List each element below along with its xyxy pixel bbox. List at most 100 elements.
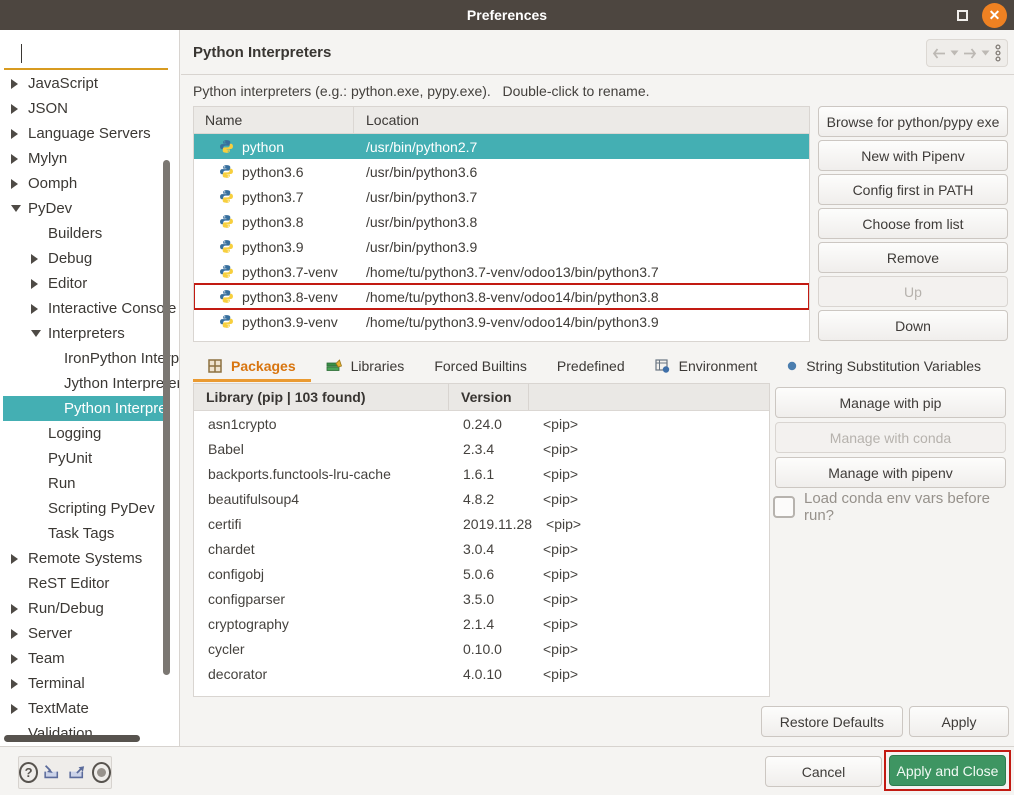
new-with-pipenv-button[interactable]: New with Pipenv — [818, 140, 1008, 171]
sidebar-item-language-servers[interactable]: Language Servers — [3, 121, 179, 146]
sidebar-item-pyunit[interactable]: PyUnit — [3, 446, 179, 471]
sidebar-item-json[interactable]: JSON — [3, 96, 179, 121]
chevron-right-icon[interactable] — [11, 654, 28, 664]
sidebar-item-editor[interactable]: Editor — [3, 271, 179, 296]
sidebar-item-rest-editor[interactable]: ReST Editor — [3, 571, 179, 596]
sidebar-item-terminal[interactable]: Terminal — [3, 671, 179, 696]
sidebar-horizontal-scrollbar[interactable] — [4, 735, 140, 742]
view-menu-icon[interactable] — [994, 44, 1002, 62]
filter-input[interactable] — [4, 38, 168, 70]
sidebar-item-textmate[interactable]: TextMate — [3, 696, 179, 721]
export-icon[interactable] — [67, 763, 88, 782]
titlebar[interactable]: Preferences ✕ — [0, 0, 1014, 30]
package-row-beautifulsoup4[interactable]: beautifulsoup44.8.2<pip> — [194, 486, 769, 511]
tab-packages[interactable]: Packages — [193, 352, 311, 382]
sidebar-item-pydev[interactable]: PyDev — [3, 196, 179, 221]
package-row-decorator[interactable]: decorator4.0.10<pip> — [194, 661, 769, 686]
interpreter-row-python3-9-venv[interactable]: python3.9-venv/home/tu/python3.9-venv/od… — [194, 309, 809, 334]
back-history-caret-icon[interactable] — [950, 50, 959, 56]
column-header-library[interactable]: Library (pip | 103 found) — [194, 384, 449, 410]
manage-with-pip-button[interactable]: Manage with pip — [775, 387, 1006, 418]
package-row-certifi[interactable]: certifi2019.11.28<pip> — [194, 511, 769, 536]
package-row-babel[interactable]: Babel2.3.4<pip> — [194, 436, 769, 461]
sidebar-item-server[interactable]: Server — [3, 621, 179, 646]
load-conda-checkbox[interactable] — [773, 496, 795, 518]
sidebar-item-oomph[interactable]: Oomph — [3, 171, 179, 196]
sidebar-item-scripting-pydev[interactable]: Scripting PyDev — [3, 496, 179, 521]
chevron-right-icon[interactable] — [11, 104, 28, 114]
sidebar-item-builders[interactable]: Builders — [3, 221, 179, 246]
sidebar-item-validation[interactable]: Validation — [3, 721, 179, 746]
interpreter-row-python[interactable]: python/usr/bin/python2.7 — [194, 134, 809, 159]
sidebar-item-task-tags[interactable]: Task Tags — [3, 521, 179, 546]
package-row-chardet[interactable]: chardet3.0.4<pip> — [194, 536, 769, 561]
close-icon[interactable]: ✕ — [982, 3, 1007, 28]
tab-predefined[interactable]: Predefined — [542, 352, 640, 382]
maximize-icon[interactable] — [957, 10, 968, 21]
package-row-configobj[interactable]: configobj5.0.6<pip> — [194, 561, 769, 586]
sidebar-item-run-debug[interactable]: Run/Debug — [3, 596, 179, 621]
interpreter-row-python3-7[interactable]: python3.7/usr/bin/python3.7 — [194, 184, 809, 209]
restore-defaults-button[interactable]: Restore Defaults — [761, 706, 903, 737]
chevron-right-icon[interactable] — [11, 679, 28, 689]
sidebar-item-mylyn[interactable]: Mylyn — [3, 146, 179, 171]
back-arrow-icon[interactable] — [932, 48, 946, 59]
package-row-cycler[interactable]: cycler0.10.0<pip> — [194, 636, 769, 661]
package-row-configparser[interactable]: configparser3.5.0<pip> — [194, 586, 769, 611]
forward-history-caret-icon[interactable] — [981, 50, 990, 56]
package-row-asn1crypto[interactable]: asn1crypto0.24.0<pip> — [194, 411, 769, 436]
tab-string-substitution-variables[interactable]: String Substitution Variables — [772, 352, 996, 382]
chevron-right-icon[interactable] — [11, 154, 28, 164]
chevron-right-icon[interactable] — [31, 254, 48, 264]
apply-and-close-button[interactable]: Apply and Close — [889, 755, 1006, 786]
config-first-in-path-button[interactable]: Config first in PATH — [818, 174, 1008, 205]
chevron-right-icon[interactable] — [31, 279, 48, 289]
sidebar-item-jython-interpreters[interactable]: Jython Interpreters — [3, 371, 179, 396]
chevron-right-icon[interactable] — [11, 604, 28, 614]
column-header-location[interactable]: Location — [354, 112, 809, 128]
sidebar-item-team[interactable]: Team — [3, 646, 179, 671]
tab-environment[interactable]: Environment — [640, 352, 773, 382]
manage-with-pipenv-button[interactable]: Manage with pipenv — [775, 457, 1006, 488]
interpreter-row-python3-8-venv[interactable]: python3.8-venv/home/tu/python3.8-venv/od… — [194, 284, 809, 309]
import-icon[interactable] — [42, 763, 63, 782]
sidebar-item-javascript[interactable]: JavaScript — [3, 71, 179, 96]
column-header-version[interactable]: Version — [449, 384, 529, 410]
down-button[interactable]: Down — [818, 310, 1008, 341]
tab-libraries[interactable]: Libraries — [311, 352, 420, 382]
sidebar-item-ironpython-interpreters[interactable]: IronPython Interpreters — [3, 346, 179, 371]
chevron-right-icon[interactable] — [31, 304, 48, 314]
remove-button[interactable]: Remove — [818, 242, 1008, 273]
interpreter-row-python3-7-venv[interactable]: python3.7-venv/home/tu/python3.7-venv/od… — [194, 259, 809, 284]
apply-button[interactable]: Apply — [909, 706, 1009, 737]
sidebar-item-interactive-console[interactable]: Interactive Console — [3, 296, 179, 321]
interpreter-row-python3-9[interactable]: python3.9/usr/bin/python3.9 — [194, 234, 809, 259]
package-row-backports-functools-lru-cache[interactable]: backports.functools-lru-cache1.6.1<pip> — [194, 461, 769, 486]
package-row-cryptography[interactable]: cryptography2.1.4<pip> — [194, 611, 769, 636]
sidebar-item-logging[interactable]: Logging — [3, 421, 179, 446]
sidebar-item-interpreters[interactable]: Interpreters — [3, 321, 179, 346]
chevron-down-icon[interactable] — [11, 205, 28, 212]
choose-from-list-button[interactable]: Choose from list — [818, 208, 1008, 239]
browse-for-python-pypy-exe-button[interactable]: Browse for python/pypy exe — [818, 106, 1008, 137]
cancel-button[interactable]: Cancel — [765, 756, 882, 787]
tab-forced-builtins[interactable]: Forced Builtins — [419, 352, 542, 382]
chevron-right-icon[interactable] — [11, 79, 28, 89]
sidebar-item-run[interactable]: Run — [3, 471, 179, 496]
chevron-right-icon[interactable] — [11, 704, 28, 714]
interpreter-row-python3-6[interactable]: python3.6/usr/bin/python3.6 — [194, 159, 809, 184]
sidebar-item-debug[interactable]: Debug — [3, 246, 179, 271]
column-header-name[interactable]: Name — [194, 107, 354, 133]
chevron-right-icon[interactable] — [11, 554, 28, 564]
sidebar-vertical-scrollbar[interactable] — [163, 160, 170, 675]
sidebar-item-remote-systems[interactable]: Remote Systems — [3, 546, 179, 571]
forward-arrow-icon[interactable] — [963, 48, 977, 59]
record-icon[interactable] — [92, 762, 111, 783]
sidebar-item-python-interpreters[interactable]: Python Interpreters — [3, 396, 163, 421]
chevron-right-icon[interactable] — [11, 129, 28, 139]
interpreter-row-python3-8[interactable]: python3.8/usr/bin/python3.8 — [194, 209, 809, 234]
chevron-right-icon[interactable] — [11, 629, 28, 639]
chevron-right-icon[interactable] — [11, 179, 28, 189]
help-icon[interactable]: ? — [19, 762, 38, 783]
chevron-down-icon[interactable] — [31, 330, 48, 337]
